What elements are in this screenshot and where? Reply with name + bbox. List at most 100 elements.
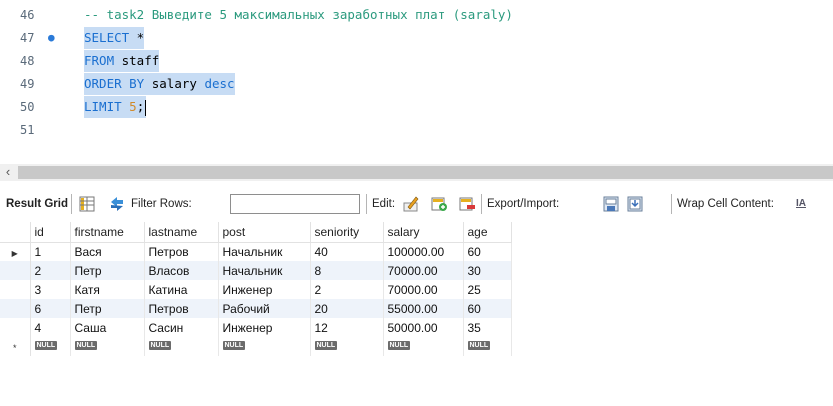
- column-header-firstname[interactable]: firstname: [70, 222, 145, 243]
- chevron-left-icon[interactable]: ‹: [0, 164, 16, 181]
- import-icon[interactable]: [626, 195, 644, 213]
- cell-age[interactable]: 35: [463, 318, 512, 337]
- cell-salary[interactable]: 100000.00: [383, 242, 464, 261]
- statement-dot-icon: ●: [48, 31, 55, 44]
- cell-lastname[interactable]: Петров: [144, 299, 219, 318]
- cell-lastname[interactable]: Сасин: [144, 318, 219, 337]
- scrollbar-thumb[interactable]: [18, 166, 833, 179]
- edit-row-icon[interactable]: [402, 195, 420, 213]
- export-import-label: Export/Import:: [487, 198, 560, 210]
- cell-age[interactable]: 30: [463, 261, 512, 280]
- column-header-id[interactable]: id: [30, 222, 71, 243]
- cell-id[interactable]: 2: [30, 261, 71, 280]
- row-header[interactable]: [0, 261, 31, 280]
- cell-firstname[interactable]: Петр: [70, 261, 145, 280]
- null-badge: NULL: [467, 340, 491, 350]
- cell-post[interactable]: Начальник: [218, 261, 311, 280]
- cell-salary[interactable]: NULL: [383, 337, 464, 356]
- editor-horizontal-scrollbar[interactable]: ‹: [0, 164, 833, 181]
- null-badge: NULL: [387, 340, 411, 350]
- cell-lastname[interactable]: Петров: [144, 242, 219, 261]
- editor-line-51[interactable]: 51: [0, 119, 833, 141]
- cell-age[interactable]: 60: [463, 242, 512, 261]
- row-header[interactable]: *: [0, 337, 31, 356]
- cell-age[interactable]: 25: [463, 280, 512, 299]
- sql-order-clause: ORDER BY salary desc: [84, 73, 235, 95]
- cell-post[interactable]: NULL: [218, 337, 311, 356]
- sql-editor[interactable]: 46 -- task2 Выведите 5 максимальных зара…: [0, 0, 833, 162]
- cell-seniority[interactable]: 2: [310, 280, 384, 299]
- editor-line-49[interactable]: 49 ORDER BY salary desc: [0, 73, 833, 95]
- editor-line-50[interactable]: 50 LIMIT 5;: [0, 96, 833, 118]
- row-header[interactable]: ▶: [0, 242, 31, 261]
- cell-id[interactable]: NULL: [30, 337, 71, 356]
- cell-firstname[interactable]: Катя: [70, 280, 145, 299]
- column-header-age[interactable]: age: [463, 222, 512, 243]
- cell-salary[interactable]: 70000.00: [383, 280, 464, 299]
- line-number: 49: [20, 77, 35, 91]
- null-badge: NULL: [148, 340, 172, 350]
- cell-post[interactable]: Начальник: [218, 242, 311, 261]
- cell-post[interactable]: Инженер: [218, 280, 311, 299]
- sql-keyword: ORDER BY: [84, 76, 145, 91]
- filter-rows-input[interactable]: [230, 194, 360, 214]
- cell-seniority[interactable]: 8: [310, 261, 384, 280]
- cell-salary[interactable]: 55000.00: [383, 299, 464, 318]
- line-number: 48: [20, 54, 35, 68]
- table-row[interactable]: 2 Петр Власов Начальник 8 70000.00 30: [0, 261, 512, 280]
- sql-keyword: LIMIT: [84, 99, 122, 114]
- column-header-post[interactable]: post: [218, 222, 311, 243]
- cell-salary[interactable]: 70000.00: [383, 261, 464, 280]
- cell-seniority[interactable]: 20: [310, 299, 384, 318]
- cell-seniority[interactable]: NULL: [310, 337, 384, 356]
- cell-id[interactable]: 1: [30, 242, 71, 261]
- cell-id[interactable]: 3: [30, 280, 71, 299]
- column-header-seniority[interactable]: seniority: [310, 222, 384, 243]
- result-grid-label[interactable]: Result Grid: [6, 192, 68, 216]
- cell-firstname[interactable]: Вася: [70, 242, 145, 261]
- cell-seniority[interactable]: 12: [310, 318, 384, 337]
- cell-firstname[interactable]: NULL: [70, 337, 145, 356]
- delete-row-icon[interactable]: [458, 195, 476, 213]
- editor-line-46[interactable]: 46 -- task2 Выведите 5 максимальных зара…: [0, 4, 833, 26]
- table-row[interactable]: ▶ 1 Вася Петров Начальник 40 100000.00 6…: [0, 242, 512, 261]
- null-badge: NULL: [222, 340, 246, 350]
- add-row-icon[interactable]: [430, 195, 448, 213]
- cell-salary[interactable]: 50000.00: [383, 318, 464, 337]
- table-row[interactable]: 3 Катя Катина Инженер 2 70000.00 25: [0, 280, 512, 299]
- cell-lastname[interactable]: NULL: [144, 337, 219, 356]
- cell-firstname[interactable]: Петр: [70, 299, 145, 318]
- cell-post[interactable]: Инженер: [218, 318, 311, 337]
- cell-lastname[interactable]: Власов: [144, 261, 219, 280]
- null-badge: NULL: [34, 340, 58, 350]
- sql-limit-clause: LIMIT 5;: [84, 96, 147, 118]
- sql-keyword: desc: [204, 76, 235, 91]
- cell-post[interactable]: Рабочий: [218, 299, 311, 318]
- filter-rows-label: Filter Rows:: [131, 198, 192, 210]
- grid-view-icon[interactable]: [78, 195, 96, 213]
- column-header-lastname[interactable]: lastname: [144, 222, 219, 243]
- sql-from-clause: FROM staff: [84, 50, 160, 72]
- row-header[interactable]: [0, 280, 31, 299]
- row-header[interactable]: [0, 318, 31, 337]
- editor-line-47[interactable]: 47 ● SELECT *: [0, 27, 833, 49]
- export-icon[interactable]: [602, 195, 620, 213]
- table-row[interactable]: 6 Петр Петров Рабочий 20 55000.00 60: [0, 299, 512, 318]
- cell-id[interactable]: 4: [30, 318, 71, 337]
- row-header[interactable]: [0, 299, 31, 318]
- cell-seniority[interactable]: 40: [310, 242, 384, 261]
- sql-keyword: SELECT: [84, 30, 130, 45]
- refresh-arrows-icon[interactable]: [108, 195, 126, 213]
- new-row[interactable]: * NULL NULL NULL NULL NULL NULL NULL: [0, 337, 512, 356]
- table-row[interactable]: 4 Саша Сасин Инженер 12 50000.00 35: [0, 318, 512, 337]
- line-number: 51: [20, 123, 35, 137]
- cell-age[interactable]: NULL: [463, 337, 512, 356]
- editor-line-48[interactable]: 48 FROM staff: [0, 50, 833, 72]
- cell-age[interactable]: 60: [463, 299, 512, 318]
- column-header-salary[interactable]: salary: [383, 222, 464, 243]
- cell-firstname[interactable]: Саша: [70, 318, 145, 337]
- wrap-text-icon[interactable]: IA: [796, 192, 806, 216]
- sql-number: 5: [129, 99, 137, 114]
- cell-id[interactable]: 6: [30, 299, 71, 318]
- cell-lastname[interactable]: Катина: [144, 280, 219, 299]
